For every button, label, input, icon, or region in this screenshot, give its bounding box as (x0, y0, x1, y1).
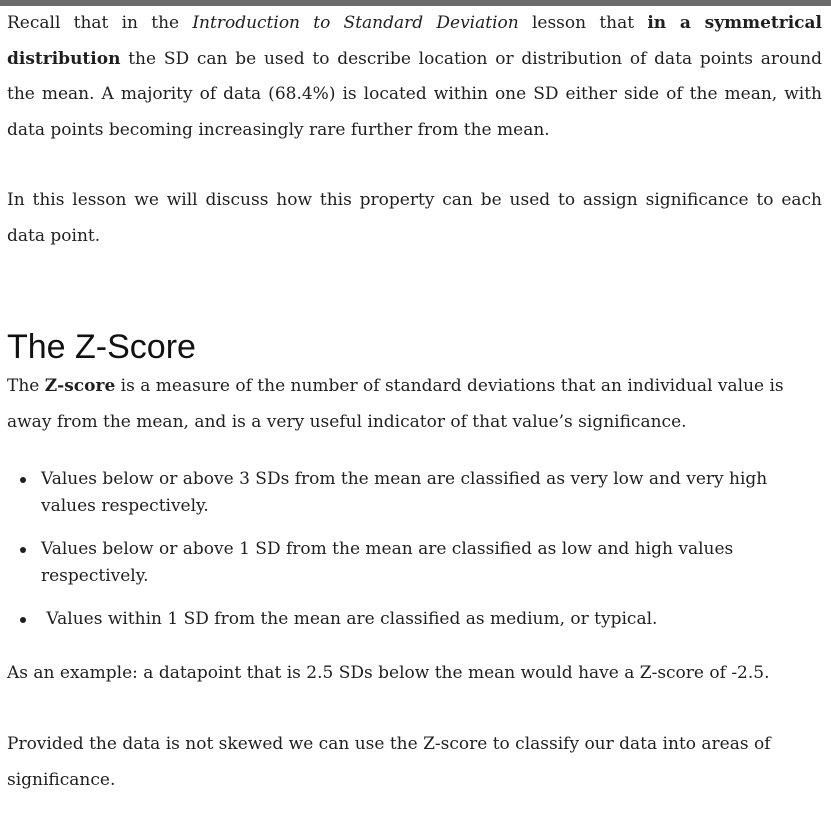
definition-text-b: is a measure of the number of standard d… (7, 376, 784, 432)
closing-paragraph: Provided the data is not skewed we can u… (7, 734, 771, 790)
classification-list: Values below or above 3 SDs from the mea… (7, 466, 822, 633)
list-item: Values within 1 SD from the mean are cla… (7, 606, 822, 633)
list-item: Values below or above 1 SD from the mean… (7, 536, 822, 590)
section-heading: The Z-Score (7, 328, 196, 366)
list-item-text: Values below or above 1 SD from the mean… (41, 539, 734, 586)
lesson-goal-paragraph: In this lesson we will discuss how this … (7, 190, 822, 246)
zscore-term: Z-score (44, 376, 116, 396)
list-item-text: Values within 1 SD from the mean are cla… (41, 609, 658, 629)
definition-text-a: The (7, 376, 45, 396)
bullet-icon (20, 547, 26, 553)
intro-paragraph: Recall that in the Introduction to Stand… (7, 6, 822, 148)
example-paragraph: As an example: a datapoint that is 2.5 S… (7, 663, 770, 683)
list-item: Values below or above 3 SDs from the mea… (7, 466, 822, 520)
bullet-icon (20, 617, 26, 623)
intro-text-c: the SD can be used to describe location … (7, 48, 822, 140)
intro-text-b: lesson that (518, 13, 648, 33)
intro-text-a: Recall that in the (7, 13, 193, 33)
list-item-text: Values below or above 3 SDs from the mea… (41, 469, 768, 516)
lesson-title-reference: Introduction to Standard Deviation (192, 13, 519, 33)
bullet-icon (20, 477, 26, 483)
zscore-definition-paragraph: The Z-score is a measure of the number o… (7, 368, 822, 440)
lesson-content: Recall that in the Introduction to Stand… (7, 6, 822, 798)
